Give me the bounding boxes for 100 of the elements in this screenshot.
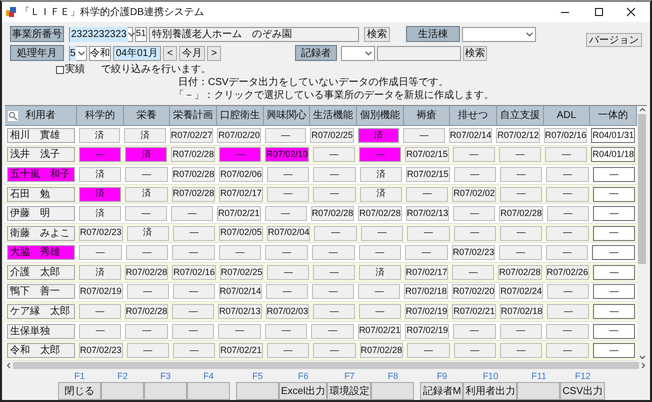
status-cell[interactable]: — [172,343,216,358]
status-cell[interactable]: — [266,186,310,202]
status-cell[interactable]: — [264,324,308,339]
status-cell[interactable]: R07/02/27 [170,128,214,143]
status-cell[interactable]: — [125,166,168,182]
status-cell[interactable]: R07/02/23 [79,226,123,241]
status-cell[interactable]: — [264,128,306,143]
filter-checkbox[interactable]: 実績 [56,64,85,74]
status-cell[interactable]: R07/02/25 [310,128,354,143]
status-cell[interactable]: — [312,147,355,162]
status-cell[interactable]: — [592,343,635,358]
status-cell[interactable]: — [172,324,214,339]
status-cell[interactable]: R07/02/18 [500,304,544,319]
status-cell[interactable]: 済 [126,226,169,241]
status-cell[interactable]: — [592,186,635,202]
user-name-cell[interactable]: 五十嵐 和子 [7,166,75,182]
user-name-cell[interactable]: 大脇 秀雄 [7,245,75,260]
status-cell[interactable]: R07/02/10 [265,147,309,162]
status-cell[interactable]: R07/02/05 [219,226,263,241]
status-cell[interactable]: R07/02/28 [171,147,215,162]
status-cell[interactable]: — [547,304,590,319]
status-cell[interactable]: 済 [125,186,168,202]
status-cell[interactable]: R07/02/28 [498,264,542,280]
user-name-cell[interactable]: 相川 實雄 [7,128,75,143]
status-cell[interactable]: — [452,264,494,280]
status-cell[interactable]: — [546,343,589,358]
status-cell[interactable]: 済 [79,264,121,280]
status-cell[interactable]: — [264,206,307,222]
status-cell[interactable]: R07/02/21 [452,304,496,319]
function-key-button[interactable]: 閉じる [58,382,101,400]
status-cell[interactable]: R07/02/21 [217,206,261,222]
status-cell[interactable]: — [313,186,356,202]
status-cell[interactable]: — [172,245,215,260]
status-cell[interactable]: — [546,206,589,222]
status-cell[interactable]: — [454,166,496,182]
status-cell[interactable]: — [592,284,635,300]
status-cell[interactable]: R07/02/21 [219,343,263,358]
status-cell[interactable]: — [267,264,310,280]
status-cell[interactable]: — [593,264,635,280]
status-cell[interactable]: 済 [79,166,122,182]
status-cell[interactable]: — [172,304,214,319]
status-cell[interactable]: R07/02/25 [220,264,264,280]
status-cell[interactable]: R07/02/26 [546,264,590,280]
vertical-scrollbar[interactable] [637,106,647,361]
search-button[interactable]: 検索 [364,26,390,42]
status-cell[interactable]: — [218,324,261,339]
status-cell[interactable]: — [313,166,356,182]
status-cell[interactable]: R07/02/19 [79,284,123,300]
status-cell[interactable]: R07/02/15 [406,166,450,182]
user-name-cell[interactable]: 令和 太郎 [7,343,75,358]
status-cell[interactable]: R04/01/31 [591,128,635,143]
status-cell[interactable]: — [500,166,542,182]
scroll-thumb[interactable] [638,114,646,264]
horizontal-scrollbar[interactable] [5,361,647,370]
status-cell[interactable]: — [358,284,400,300]
ward-select[interactable] [462,26,536,42]
status-cell[interactable]: 済 [358,128,400,143]
status-cell[interactable]: — [592,245,635,260]
status-cell[interactable]: R07/02/16 [172,264,216,280]
status-cell[interactable]: R07/02/28 [358,206,402,222]
status-cell[interactable]: — [407,226,450,241]
search-icon[interactable] [8,111,18,121]
status-cell[interactable]: — [312,284,354,300]
status-cell[interactable]: R07/02/14 [448,128,492,143]
status-cell[interactable]: — [592,206,635,222]
previous-month-button[interactable]: < [163,46,177,60]
status-cell[interactable]: R07/02/06 [219,166,263,182]
status-cell[interactable]: — [407,343,450,358]
status-cell[interactable]: — [499,245,542,260]
user-name-cell[interactable]: 衛藤 みよこ [7,226,75,241]
scroll-right-icon[interactable] [639,362,647,369]
status-cell[interactable]: R07/02/17 [219,186,263,202]
month-field[interactable]: 04年01月 [113,46,161,60]
status-cell[interactable]: — [314,226,357,241]
status-cell[interactable]: R07/02/15 [405,147,449,162]
status-cell[interactable]: R07/02/19 [405,324,450,339]
function-key-button[interactable] [101,382,144,400]
status-cell[interactable]: 済 [79,206,122,222]
status-cell[interactable]: — [79,147,122,162]
recorder-field[interactable] [377,46,461,60]
status-cell[interactable]: R07/02/04 [266,226,310,241]
status-cell[interactable]: — [592,226,635,241]
status-cell[interactable]: R07/02/12 [496,128,540,143]
status-cell[interactable]: R07/02/13 [406,206,450,222]
status-cell[interactable]: 済 [358,264,401,280]
function-key-button[interactable] [517,382,560,400]
status-cell[interactable]: — [592,324,635,339]
status-cell[interactable]: — [546,284,589,300]
status-cell[interactable]: R07/02/14 [218,284,262,300]
status-cell[interactable]: — [125,206,168,222]
status-cell[interactable]: R07/02/28 [499,206,543,222]
status-cell[interactable]: — [266,284,308,300]
status-cell[interactable]: R07/02/16 [544,128,588,143]
status-cell[interactable]: — [546,226,589,241]
status-cell[interactable]: R07/02/13 [218,304,262,319]
status-cell[interactable]: — [593,304,635,319]
version-button[interactable]: バージョン [586,33,642,47]
function-key-button[interactable]: CSV出力 [560,382,606,400]
era-select[interactable]: 5 [69,46,87,60]
status-cell[interactable]: — [545,147,588,162]
